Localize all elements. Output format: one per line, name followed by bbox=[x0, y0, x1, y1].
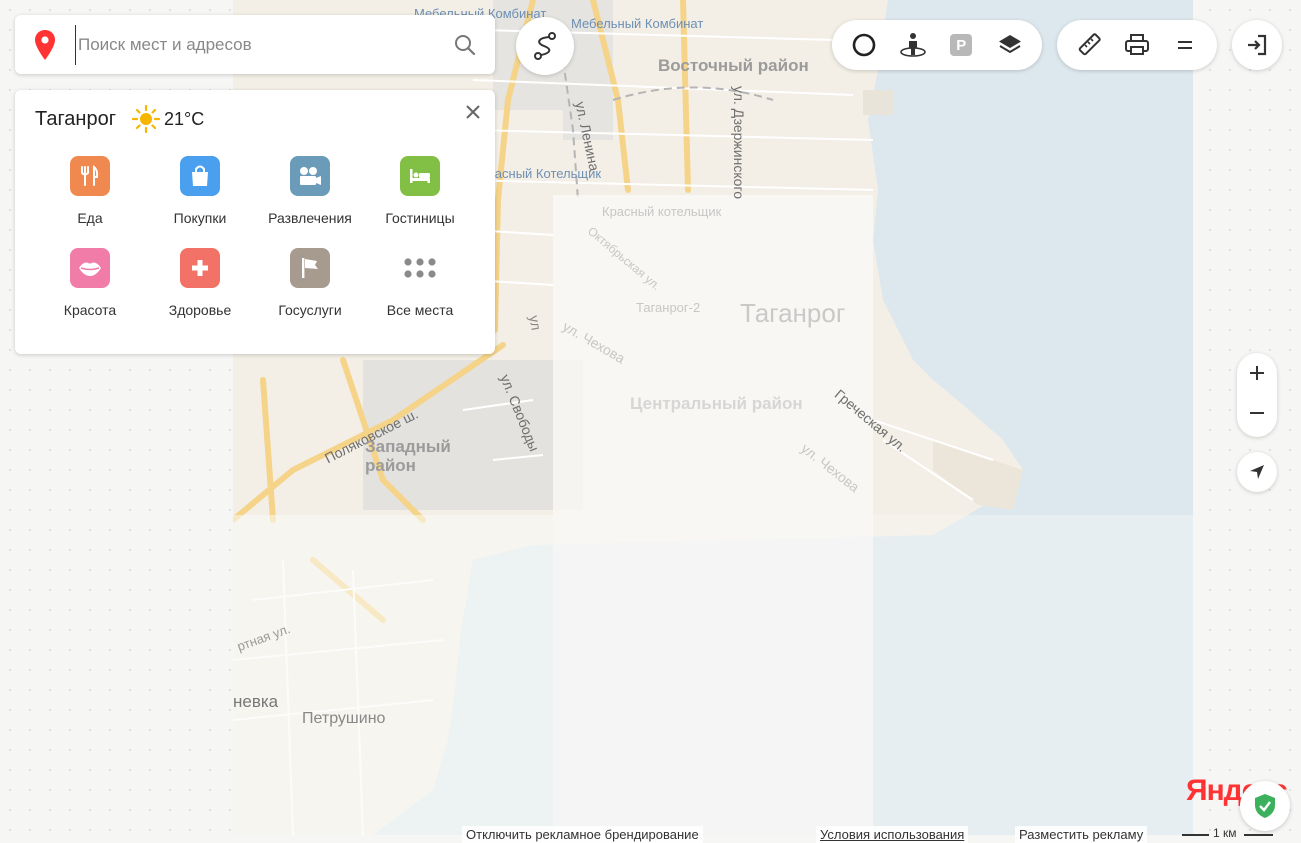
menu-icon bbox=[1178, 41, 1192, 49]
temperature: 21°C bbox=[164, 108, 205, 129]
zoom-control bbox=[1237, 353, 1277, 437]
layers-icon bbox=[998, 35, 1021, 54]
category-entertainment[interactable]: Развлечения bbox=[255, 156, 365, 226]
sun-icon bbox=[132, 105, 161, 133]
print-button[interactable] bbox=[1113, 20, 1161, 70]
map-tile-fade bbox=[873, 515, 1193, 835]
category-grid: Еда Покупки Развлечения Гостиницы Красот… bbox=[35, 156, 475, 318]
category-label: Еда bbox=[77, 210, 103, 226]
panorama-person-icon bbox=[899, 33, 926, 57]
category-all-places[interactable]: Все места bbox=[365, 248, 475, 318]
ad-branding-link[interactable]: Отключить рекламное брендирование bbox=[462, 826, 703, 843]
advertise-link[interactable]: Разместить рекламу bbox=[1015, 826, 1148, 843]
lips-icon bbox=[70, 248, 110, 288]
category-label: Здоровье bbox=[168, 302, 232, 318]
shopping-bag-icon bbox=[180, 156, 220, 196]
category-label: Покупки bbox=[173, 210, 227, 226]
parking-icon: P bbox=[950, 34, 973, 56]
printer-icon bbox=[1125, 34, 1149, 55]
scale-label: 1 км bbox=[1213, 826, 1237, 840]
plus-icon bbox=[1250, 366, 1264, 380]
bed-icon bbox=[400, 156, 440, 196]
map-layers-toolbar: P bbox=[832, 20, 1042, 70]
traffic-button[interactable] bbox=[840, 20, 889, 70]
traffic-circle-icon bbox=[852, 33, 876, 57]
category-hotels[interactable]: Гостиницы bbox=[365, 156, 475, 226]
tools-toolbar bbox=[1057, 20, 1217, 70]
search-box bbox=[15, 15, 495, 74]
panorama-button[interactable] bbox=[889, 20, 938, 70]
medical-cross-icon bbox=[180, 248, 220, 288]
flag-icon bbox=[290, 248, 330, 288]
close-icon[interactable] bbox=[463, 102, 483, 122]
ruler-button[interactable] bbox=[1065, 20, 1113, 70]
movie-camera-icon bbox=[290, 156, 330, 196]
route-button[interactable] bbox=[516, 17, 574, 75]
grid-dots-icon bbox=[400, 248, 440, 288]
login-icon bbox=[1248, 34, 1267, 56]
menu-button[interactable] bbox=[1161, 20, 1209, 70]
parking-button[interactable]: P bbox=[937, 20, 986, 70]
category-food[interactable]: Еда bbox=[35, 156, 145, 226]
location-arrow-icon bbox=[1250, 465, 1264, 479]
city-categories-panel: Таганрог 21°C Еда Покупки Развлечения Го… bbox=[15, 90, 495, 354]
layers-button[interactable] bbox=[986, 20, 1035, 70]
shield-check-icon bbox=[1255, 794, 1275, 818]
yandex-maps-pin-icon[interactable] bbox=[15, 15, 75, 74]
zoom-out-button[interactable] bbox=[1237, 393, 1277, 433]
fork-knife-icon bbox=[70, 156, 110, 196]
city-name[interactable]: Таганрог bbox=[35, 108, 116, 131]
map-scale: 1 км bbox=[1182, 826, 1273, 841]
category-public-services[interactable]: Госуслуги bbox=[255, 248, 365, 318]
category-label: Гостиницы bbox=[385, 210, 455, 226]
map-tile-fade bbox=[233, 515, 553, 835]
category-health[interactable]: Здоровье bbox=[145, 248, 255, 318]
zoom-in-button[interactable] bbox=[1237, 353, 1277, 393]
login-button[interactable] bbox=[1232, 20, 1282, 70]
search-button[interactable] bbox=[435, 15, 495, 74]
map-canvas[interactable]: Мебельный Комбинат Мебельный Комбинат Во… bbox=[0, 0, 1301, 843]
category-label: Все места bbox=[386, 302, 454, 318]
protection-shield-button[interactable] bbox=[1240, 781, 1290, 831]
minus-icon bbox=[1250, 412, 1264, 414]
search-icon bbox=[455, 34, 476, 55]
route-icon bbox=[534, 32, 556, 60]
category-beauty[interactable]: Красота bbox=[35, 248, 145, 318]
category-shopping[interactable]: Покупки bbox=[145, 156, 255, 226]
map-tile-fade bbox=[553, 195, 873, 835]
category-label: Красота bbox=[63, 302, 117, 318]
search-input[interactable] bbox=[75, 24, 435, 65]
terms-link[interactable]: Условия использования bbox=[816, 826, 969, 843]
category-label: Развлечения bbox=[268, 210, 352, 226]
geolocation-button[interactable] bbox=[1237, 452, 1277, 492]
category-label: Госуслуги bbox=[278, 302, 342, 318]
weather[interactable]: 21°C bbox=[132, 105, 204, 133]
ruler-icon bbox=[1078, 33, 1101, 56]
